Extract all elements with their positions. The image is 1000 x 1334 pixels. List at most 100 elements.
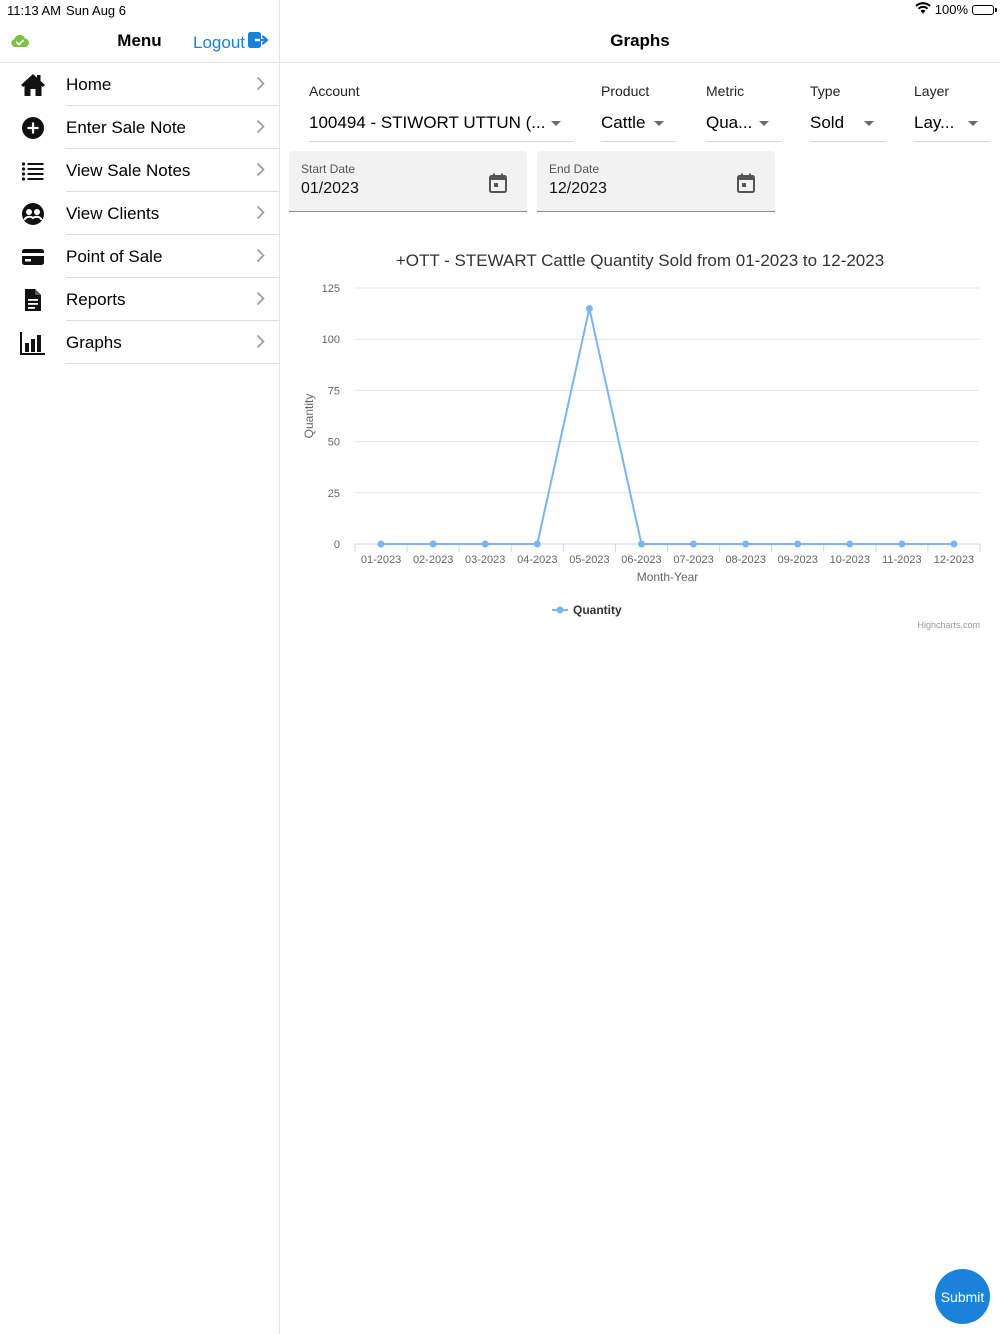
sidebar-item-label: Home [66,75,112,94]
calendar-icon[interactable] [737,173,755,198]
sidebar-item-graphs[interactable]: Graphs [0,321,279,364]
divider [66,363,279,364]
layer-label: Layer [914,83,950,99]
bar-chart-icon [20,331,46,355]
sidebar: Menu Logout Home Enter Sale Note View Sa… [0,0,280,1334]
type-label: Type [810,83,841,99]
legend-marker [556,606,564,614]
data-point [429,540,437,548]
x-tick-label: 06-2023 [621,554,661,566]
y-tick-label: 125 [322,283,340,295]
sidebar-item-enter-sale-note[interactable]: Enter Sale Note [0,106,279,149]
x-tick-label: 02-2023 [413,554,453,566]
data-point [585,304,593,312]
credit-card-icon [20,245,46,269]
plus-circle-icon [20,116,46,140]
product-label: Product [601,83,650,99]
sidebar-item-label: View Clients [66,204,160,223]
logout-button[interactable]: Logout [193,31,269,54]
chevron-right-icon [256,248,265,268]
data-point [377,540,385,548]
chevron-right-icon [256,76,265,96]
product-value: Cattle [601,113,646,132]
caret-down-icon [864,121,874,126]
x-tick-label: 04-2023 [517,554,557,566]
x-tick-label: 12-2023 [934,554,974,566]
page-title: Graphs [610,31,670,50]
x-axis-label: Month-Year [637,570,699,584]
data-point [846,540,854,548]
metric-value: Qua... [706,113,753,132]
sidebar-item-home[interactable]: Home [0,63,279,106]
menu-title-text: Menu [117,31,162,50]
metric-select[interactable]: Qua... [706,105,781,142]
data-point [950,540,958,548]
y-tick-label: 25 [328,488,340,500]
type-select[interactable]: Sold [810,105,886,142]
clients-icon [20,202,46,226]
sidebar-item-reports[interactable]: Reports [0,278,279,321]
sidebar-item-label: Reports [66,290,126,309]
sidebar-item-label: Graphs [66,333,122,352]
chart-credits: Highcharts.com [917,620,980,630]
legend-label: Quantity [573,603,622,617]
sidebar-item-label: Point of Sale [66,247,163,266]
sidebar-item-label: View Sale Notes [66,161,191,180]
x-tick-label: 10-2023 [830,554,870,566]
sidebar-header: Menu Logout [0,22,279,63]
product-select[interactable]: Cattle [601,105,676,142]
series-line [381,308,954,545]
line-chart: +OTT - STEWART Cattle Quantity Sold from… [302,251,981,617]
sidebar-item-label: Enter Sale Note [66,118,187,137]
data-point [481,540,489,548]
data-point [533,540,541,548]
x-tick-label: 01-2023 [361,554,401,566]
data-point [637,540,645,548]
end-date-field[interactable]: End Date 12/2023 [537,151,775,212]
list-icon [20,159,46,183]
metric-label: Metric [706,83,745,99]
y-tick-label: 50 [328,437,340,449]
y-tick-label: 100 [322,334,340,346]
chevron-right-icon [256,334,265,354]
sidebar-item-point-of-sale[interactable]: Point of Sale [0,235,279,278]
sidebar-item-view-sale-notes[interactable]: View Sale Notes [0,149,279,192]
end-date-label: End Date [549,162,600,176]
caret-down-icon [551,121,561,126]
chevron-right-icon [256,205,265,225]
x-tick-label: 03-2023 [465,554,505,566]
logout-label: Logout [193,32,245,52]
account-label: Account [309,83,360,99]
y-axis-label: Quantity [302,394,316,439]
sidebar-item-view-clients[interactable]: View Clients [0,192,279,235]
x-tick-label: 11-2023 [882,554,922,566]
submit-button[interactable]: Submit [935,1269,990,1324]
data-point [742,540,750,548]
main-panel: Graphs Account 100494 - STIWORT UTTUN (.… [280,0,1000,1334]
chevron-right-icon [256,119,265,139]
chevron-right-icon [256,162,265,182]
data-point [898,540,906,548]
start-date-label: Start Date [301,162,356,176]
chevron-right-icon [256,291,265,311]
account-select[interactable]: 100494 - STIWORT UTTUN (... [309,105,573,142]
x-tick-label: 08-2023 [725,554,765,566]
data-point [690,540,698,548]
calendar-icon[interactable] [489,173,507,198]
account-value: 100494 - STIWORT UTTUN (... [309,113,546,132]
caret-down-icon [654,121,664,126]
start-date-field[interactable]: Start Date 01/2023 [289,151,527,212]
end-date-value: 12/2023 [549,180,607,197]
x-tick-label: 05-2023 [569,554,609,566]
caret-down-icon [759,121,769,126]
layer-value: Lay... [914,113,955,132]
type-value: Sold [810,113,845,132]
main-header: Graphs [280,22,1000,63]
y-tick-label: 75 [328,385,340,397]
logout-icon [247,31,269,54]
chart-title: +OTT - STEWART Cattle Quantity Sold from… [396,251,884,270]
home-icon [20,73,46,97]
layer-select[interactable]: Lay... [914,105,990,142]
x-tick-label: 07-2023 [673,554,713,566]
data-point [794,540,802,548]
